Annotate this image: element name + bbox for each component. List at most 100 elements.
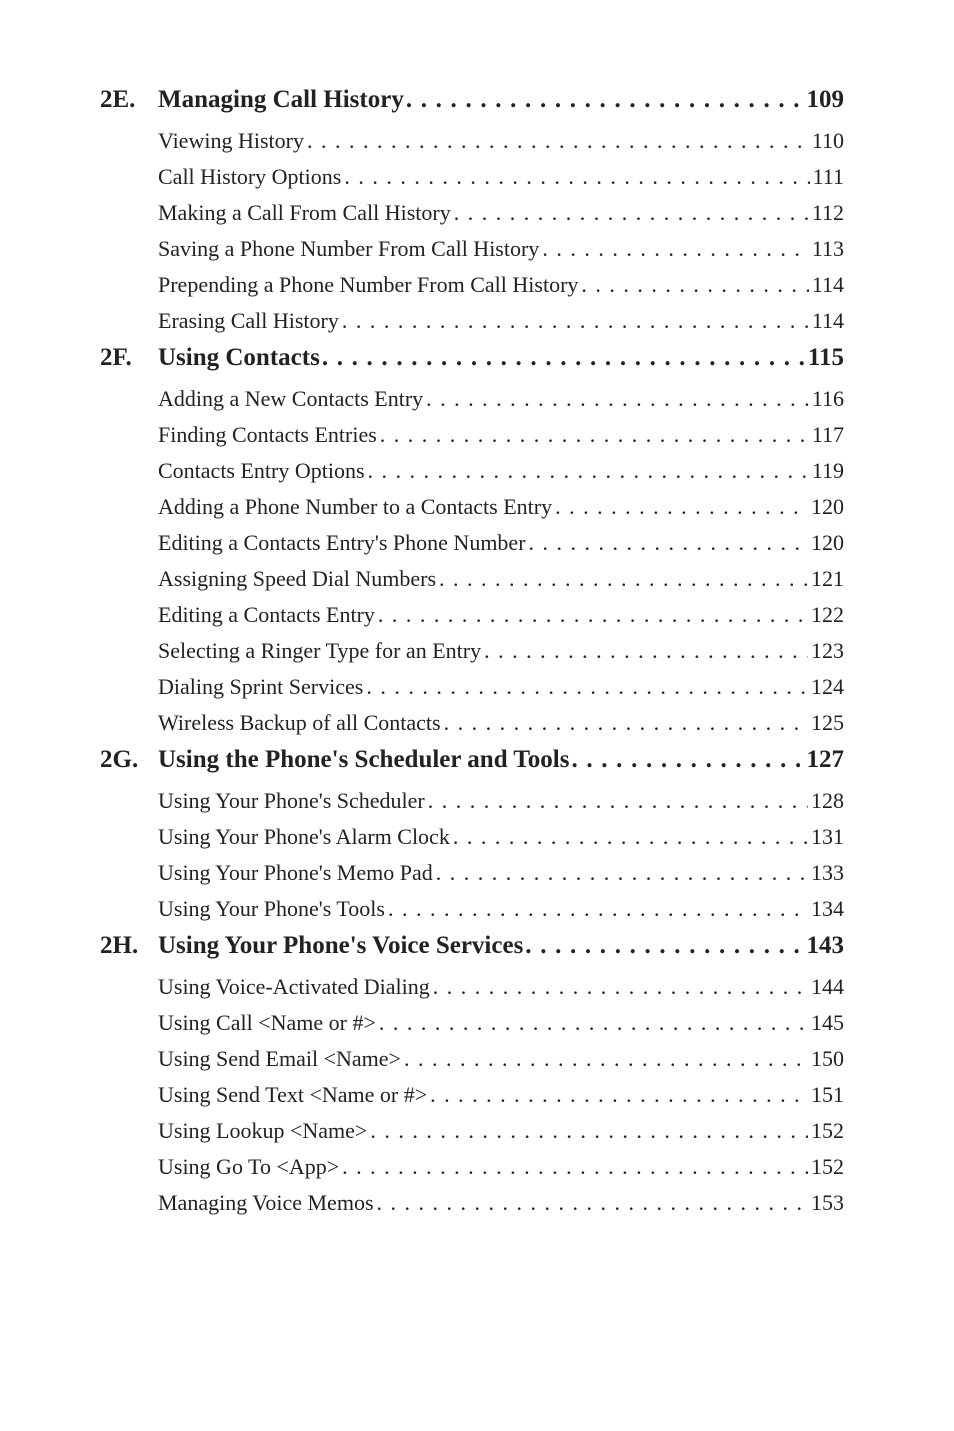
toc-entry: Using Your Phone's Scheduler 128 xyxy=(158,788,844,814)
toc-entry-page: 152 xyxy=(811,1118,844,1144)
toc-entry: Call History Options 111 xyxy=(158,164,844,190)
toc-entry: Adding a Phone Number to a Contacts Entr… xyxy=(158,494,844,520)
toc-leader-dots xyxy=(525,932,804,960)
toc-leader-dots xyxy=(380,422,809,448)
toc-entry-page: 144 xyxy=(811,974,844,1000)
toc-entry-text: Using Send Text <Name or #> xyxy=(158,1082,427,1108)
toc-entry-page: 152 xyxy=(811,1154,844,1180)
toc-entry-page: 133 xyxy=(811,860,844,886)
toc-leader-dots xyxy=(454,200,809,226)
toc-entry: Editing a Contacts Entry 122 xyxy=(158,602,844,628)
toc-leader-dots xyxy=(368,458,809,484)
toc-leader-dots xyxy=(430,1082,808,1108)
toc-section-page: 109 xyxy=(807,86,845,114)
toc-entry: Editing a Contacts Entry's Phone Number 1… xyxy=(158,530,844,556)
toc-entry-text: Erasing Call History xyxy=(158,308,339,334)
toc-entry: Prepending a Phone Number From Call Hist… xyxy=(158,272,844,298)
toc-section-header: 2G.Using the Phone's Scheduler and Tools… xyxy=(100,746,844,774)
toc-entry-text: Using Send Email <Name> xyxy=(158,1046,401,1072)
toc-leader-dots xyxy=(322,344,806,372)
toc-leader-dots xyxy=(428,788,808,814)
toc-entry: Erasing Call History 114 xyxy=(158,308,844,334)
toc-leader-dots xyxy=(436,860,808,886)
toc-entry-page: 151 xyxy=(811,1082,844,1108)
toc-entry-text: Finding Contacts Entries xyxy=(158,422,377,448)
toc-entry: Using Your Phone's Tools 134 xyxy=(158,896,844,922)
toc-section-title-row: Using Contacts115 xyxy=(158,344,844,372)
toc-entry-text: Using Your Phone's Tools xyxy=(158,896,385,922)
toc-entry-page: 124 xyxy=(811,674,844,700)
toc-entry-page: 116 xyxy=(812,386,844,412)
toc-entry: Using Send Email <Name> 150 xyxy=(158,1046,844,1072)
toc-entry-page: 111 xyxy=(813,164,844,190)
toc-section-prefix: 2H. xyxy=(100,932,158,960)
toc-section-page: 127 xyxy=(807,746,845,774)
toc-leader-dots xyxy=(388,896,808,922)
toc-entry-page: 128 xyxy=(811,788,844,814)
toc-entry-text: Using Go To <App> xyxy=(158,1154,339,1180)
toc-entry: Making a Call From Call History112 xyxy=(158,200,844,226)
toc-leader-dots xyxy=(571,746,804,774)
toc-leader-dots xyxy=(378,602,808,628)
toc-entry-text: Adding a Phone Number to a Contacts Entr… xyxy=(158,494,552,520)
toc-entry-page: 123 xyxy=(811,638,844,664)
toc-leader-dots xyxy=(377,1190,809,1216)
toc-leader-dots xyxy=(366,674,808,700)
table-of-contents: 2E.Managing Call History109 Viewing Histo… xyxy=(100,86,844,1216)
toc-entry-text: Selecting a Ringer Type for an Entry xyxy=(158,638,481,664)
toc-entry-text: Prepending a Phone Number From Call Hist… xyxy=(158,272,578,298)
toc-entry: Wireless Backup of all Contacts 125 xyxy=(158,710,844,736)
toc-entry-text: Using Lookup <Name> xyxy=(158,1118,367,1144)
toc-section-title-row: Managing Call History109 xyxy=(158,86,844,114)
toc-section-title: Using Contacts xyxy=(158,344,320,372)
toc-entry: Selecting a Ringer Type for an Entry 123 xyxy=(158,638,844,664)
toc-entry-page: 145 xyxy=(811,1010,844,1036)
toc-entry-text: Using Call <Name or #> xyxy=(158,1010,376,1036)
toc-entry: Using Your Phone's Memo Pad133 xyxy=(158,860,844,886)
toc-entry-page: 134 xyxy=(811,896,844,922)
toc-section-header: 2F.Using Contacts115 xyxy=(100,344,844,372)
toc-leader-dots xyxy=(307,128,809,154)
toc-entry-text: Call History Options xyxy=(158,164,341,190)
toc-entry: Using Call <Name or #> 145 xyxy=(158,1010,844,1036)
toc-entry-text: Wireless Backup of all Contacts xyxy=(158,710,441,736)
toc-leader-dots xyxy=(379,1010,808,1036)
toc-entry: Using Voice-Activated Dialing144 xyxy=(158,974,844,1000)
toc-entry-page: 113 xyxy=(812,236,844,262)
toc-entry-page: 120 xyxy=(811,530,844,556)
toc-entry-page: 119 xyxy=(812,458,844,484)
toc-leader-dots xyxy=(484,638,808,664)
toc-leader-dots xyxy=(439,566,808,592)
toc-entry-text: Viewing History xyxy=(158,128,304,154)
toc-leader-dots xyxy=(342,1154,808,1180)
toc-entry: Contacts Entry Options 119 xyxy=(158,458,844,484)
toc-entry: Assigning Speed Dial Numbers121 xyxy=(158,566,844,592)
toc-entry-page: 110 xyxy=(812,128,844,154)
toc-entry-text: Editing a Contacts Entry xyxy=(158,602,375,628)
toc-entry: Saving a Phone Number From Call History1… xyxy=(158,236,844,262)
toc-leader-dots xyxy=(426,386,809,412)
toc-leader-dots xyxy=(555,494,808,520)
toc-leader-dots xyxy=(542,236,809,262)
toc-entry: Viewing History 110 xyxy=(158,128,844,154)
toc-entry-text: Editing a Contacts Entry's Phone Number xyxy=(158,530,526,556)
toc-section-header: 2H.Using Your Phone's Voice Services143 xyxy=(100,932,844,960)
toc-section-title: Using the Phone's Scheduler and Tools xyxy=(158,746,569,774)
toc-leader-dots xyxy=(344,164,809,190)
toc-leader-dots xyxy=(404,1046,808,1072)
toc-entry-text: Adding a New Contacts Entry xyxy=(158,386,423,412)
toc-entry: Finding Contacts Entries117 xyxy=(158,422,844,448)
toc-leader-dots xyxy=(370,1118,808,1144)
toc-entry: Using Send Text <Name or #> 151 xyxy=(158,1082,844,1108)
toc-entry-text: Contacts Entry Options xyxy=(158,458,365,484)
toc-entry-page: 114 xyxy=(812,308,844,334)
toc-leader-dots xyxy=(444,710,808,736)
toc-section-prefix: 2E. xyxy=(100,86,158,114)
toc-entry-page: 114 xyxy=(812,272,844,298)
toc-entry-page: 122 xyxy=(811,602,844,628)
toc-entry-page: 120 xyxy=(811,494,844,520)
toc-entry-text: Using Your Phone's Scheduler xyxy=(158,788,425,814)
toc-entry-page: 125 xyxy=(811,710,844,736)
toc-entry-page: 121 xyxy=(811,566,844,592)
toc-entry-page: 150 xyxy=(811,1046,844,1072)
